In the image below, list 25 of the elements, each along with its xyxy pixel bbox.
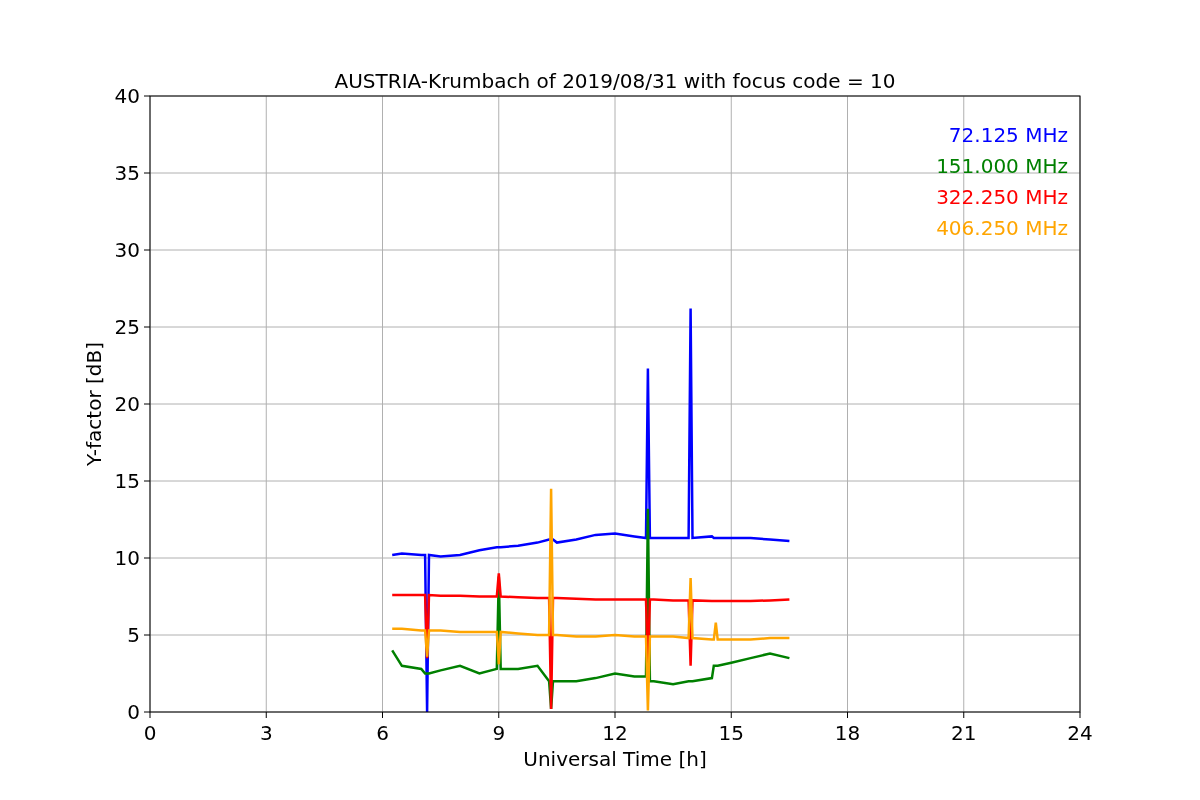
tick-label: 5 — [127, 623, 140, 647]
axis-label: Y-factor [dB] — [82, 342, 106, 466]
tick-label: 9 — [492, 721, 506, 745]
tick-label: 25 — [114, 315, 140, 339]
tick-label: 15 — [114, 469, 140, 493]
tick-label: 21 — [951, 721, 977, 745]
tick-label: 18 — [834, 721, 861, 745]
tick-label: 40 — [114, 84, 140, 108]
tick-label: 6 — [376, 721, 389, 745]
tick-label: 3 — [259, 721, 273, 745]
legend-label: 322.250 MHz — [936, 185, 1068, 209]
tick-label: 0 — [143, 721, 157, 745]
tick-label: 20 — [114, 392, 140, 416]
tick-label: 0 — [127, 700, 140, 724]
tick-label: 10 — [114, 546, 140, 570]
legend-label: 151.000 MHz — [936, 154, 1068, 178]
tick-label: 30 — [114, 238, 140, 262]
chart-title: AUSTRIA-Krumbach of 2019/08/31 with focus code = 10 — [334, 69, 896, 93]
tick-label: 35 — [114, 161, 140, 185]
legend-label: 72.125 MHz — [948, 123, 1068, 147]
tick-label: 15 — [718, 721, 744, 745]
tick-label: 12 — [602, 721, 628, 745]
axis-label: Universal Time [h] — [523, 747, 707, 771]
tick-label: 24 — [1067, 721, 1093, 745]
legend-label: 406.250 MHz — [936, 216, 1068, 240]
